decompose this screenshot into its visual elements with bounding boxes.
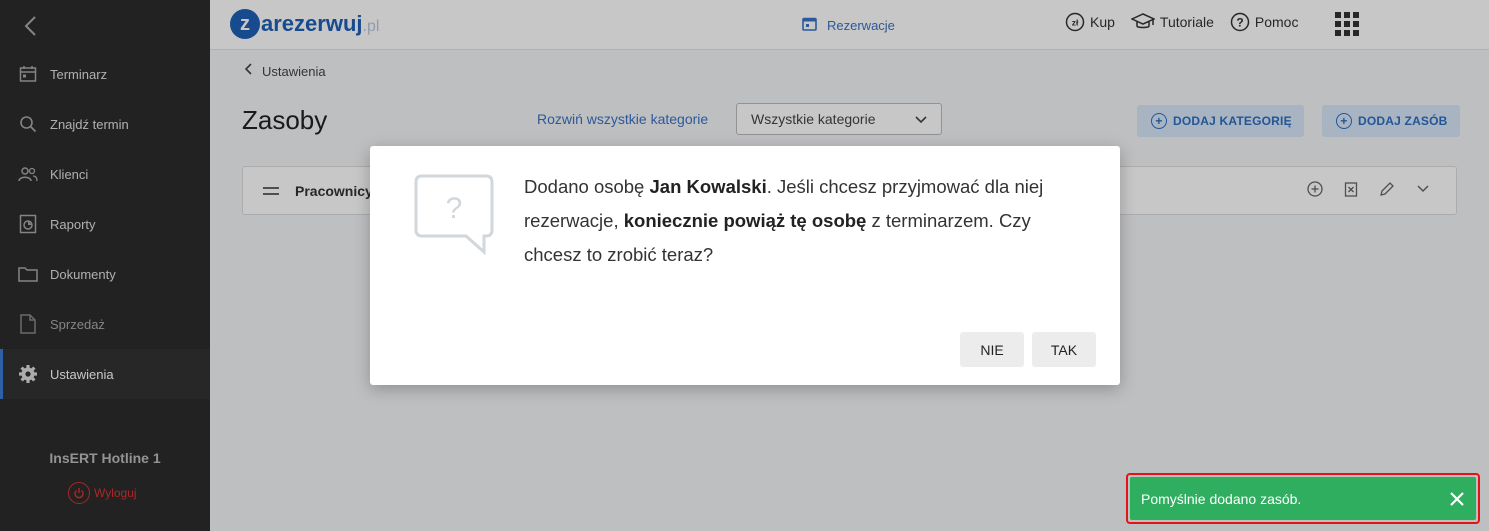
toast-message: Pomyślnie dodano zasób. bbox=[1141, 490, 1302, 507]
question-bubble-icon: ? bbox=[414, 174, 500, 258]
toast-body: Pomyślnie dodano zasób. bbox=[1130, 477, 1476, 520]
success-toast: Pomyślnie dodano zasób. bbox=[1126, 473, 1480, 524]
dialog-emphasis: koniecznie powiąż tę osobę bbox=[623, 210, 867, 231]
confirm-dialog: ? Dodano osobę Jan Kowalski. Jeśli chces… bbox=[370, 146, 1120, 385]
dialog-text-1: Dodano osobę bbox=[524, 176, 650, 197]
no-button[interactable]: NIE bbox=[960, 332, 1024, 367]
yes-button[interactable]: TAK bbox=[1032, 332, 1096, 367]
close-icon[interactable] bbox=[1450, 488, 1464, 510]
dialog-person-name: Jan Kowalski bbox=[649, 176, 767, 197]
svg-text:?: ? bbox=[446, 192, 463, 225]
dialog-message: Dodano osobę Jan Kowalski. Jeśli chcesz … bbox=[524, 170, 1074, 272]
